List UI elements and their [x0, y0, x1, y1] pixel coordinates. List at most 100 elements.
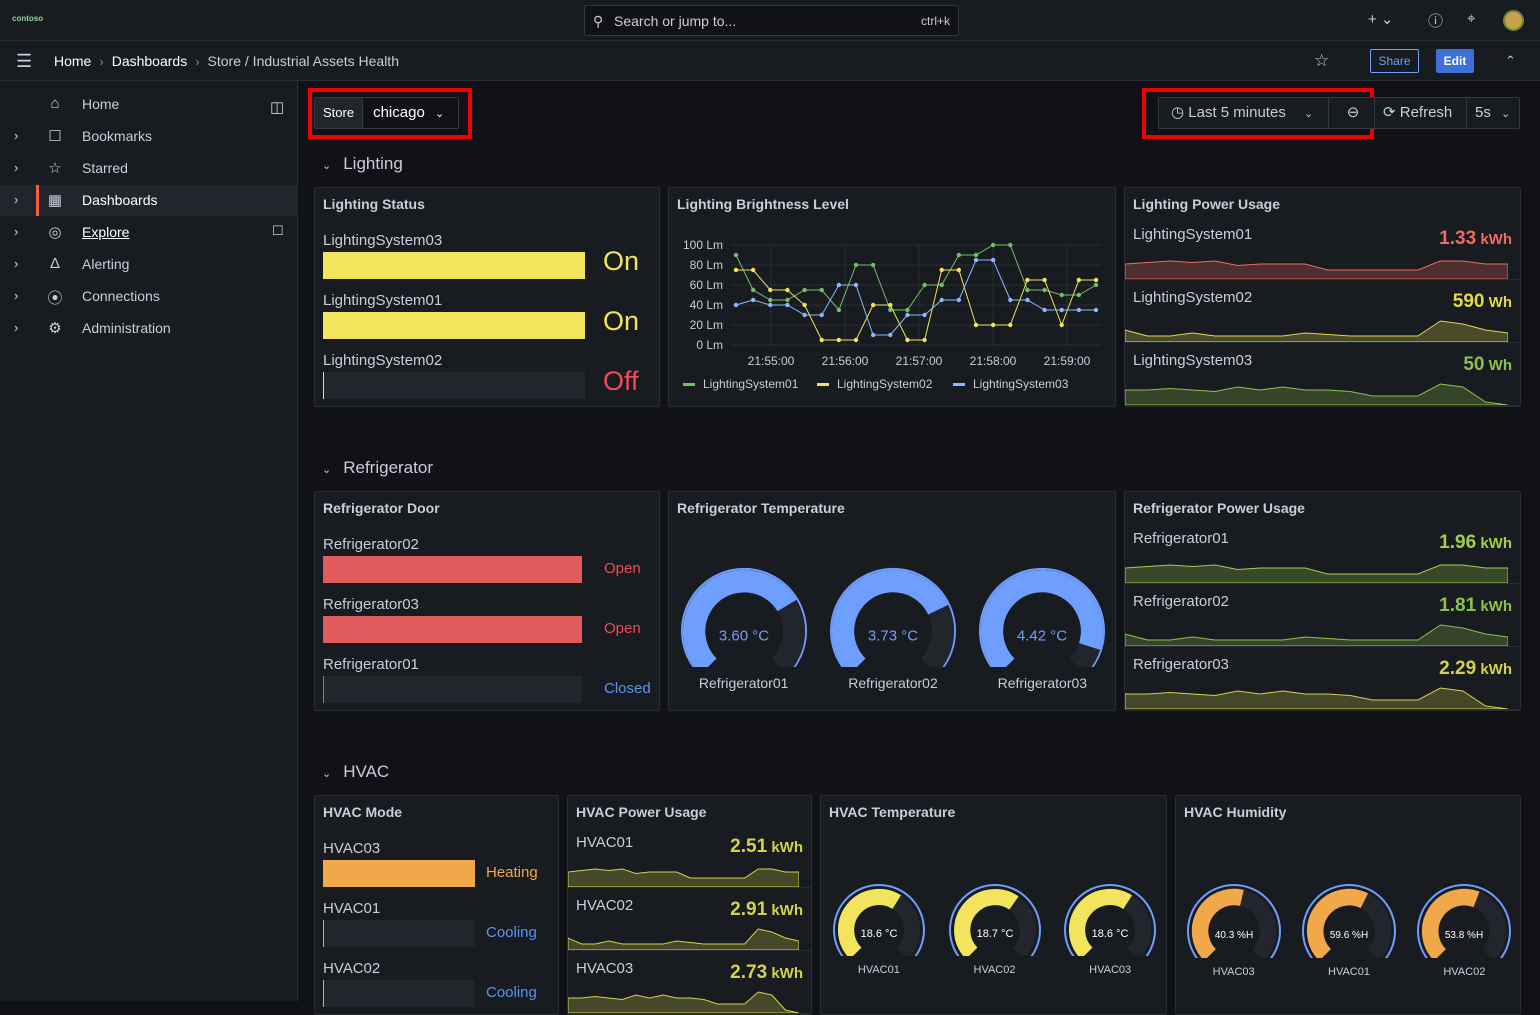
- panel-hvac-humidity[interactable]: HVAC Humidity 40.3 %H HVAC03 59.6 %H HVAC01…: [1175, 795, 1521, 1015]
- stat-unit: kWh: [1476, 535, 1512, 552]
- data-point: [939, 267, 944, 273]
- state-name: HVAC03: [323, 840, 381, 857]
- legend-swatch: [953, 383, 965, 386]
- panel-refrigerator-temperature[interactable]: Refrigerator Temperature 3.60 °C Refriger…: [668, 491, 1116, 711]
- chevron-right-icon[interactable]: ›: [14, 160, 18, 175]
- search-box[interactable]: ⚲ Search or jump to... ctrl+k: [584, 5, 959, 36]
- data-point: [785, 302, 790, 308]
- panel-lighting-status[interactable]: Lighting Status LightingSystem03 On Lighti…: [314, 187, 660, 407]
- chevron-right-icon[interactable]: ›: [14, 256, 18, 271]
- sidebar-item-bookmarks[interactable]: › ☐ Bookmarks: [0, 121, 298, 152]
- gauge-fill: [953, 889, 1019, 956]
- data-point: [973, 252, 979, 258]
- data-point: [750, 287, 756, 293]
- data-point: [922, 282, 927, 288]
- breadcrumb-dashboards[interactable]: Dashboards: [112, 53, 188, 69]
- edit-button[interactable]: Edit: [1436, 49, 1474, 73]
- legend-swatch: [683, 383, 695, 386]
- sidebar-item-starred[interactable]: › ☆ Starred: [0, 153, 298, 184]
- row-title: Lighting: [343, 154, 403, 173]
- panel-title: HVAC Humidity: [1184, 804, 1287, 820]
- sidebar-item-label: Explore: [82, 224, 130, 240]
- state-value: Open: [604, 620, 641, 637]
- row-hvac[interactable]: ⌄ HVAC: [322, 762, 389, 782]
- chevron-right-icon[interactable]: ›: [14, 320, 18, 335]
- panel-hvac-temperature[interactable]: HVAC Temperature 18.6 °C HVAC01 18.7 °C HVA…: [820, 795, 1167, 1015]
- zoom-out-icon[interactable]: ⊖: [1329, 98, 1377, 128]
- search-icon: ⚲: [593, 13, 604, 29]
- time-range-label: Last 5 minutes: [1188, 104, 1286, 121]
- data-point: [1093, 277, 1099, 283]
- chevron-up-icon[interactable]: ⌃: [1505, 53, 1516, 69]
- interval-label: 5s: [1475, 104, 1491, 121]
- state-bar: [323, 312, 585, 339]
- stat-number: 2.29: [1439, 658, 1477, 679]
- stat-value: 2.51 kWh: [730, 836, 803, 858]
- panel-lighting-power[interactable]: Lighting Power Usage LightingSystem01 1.3…: [1124, 187, 1521, 407]
- avatar[interactable]: [1503, 10, 1524, 31]
- panel-lighting-brightness[interactable]: Lighting Brightness Level 100 Lm 80 Lm 60 …: [668, 187, 1116, 407]
- bookmark-icon[interactable]: ☐: [272, 223, 284, 239]
- stat-name: Refrigerator02: [1133, 593, 1229, 610]
- sidebar-item-connections[interactable]: › ⦿ Connections: [0, 281, 298, 312]
- data-point: [853, 337, 859, 343]
- rss-icon[interactable]: ⌖: [1467, 10, 1475, 27]
- logo[interactable]: contoso: [12, 14, 43, 23]
- store-variable[interactable]: Store chicago ⌄: [314, 97, 460, 129]
- data-point: [853, 282, 859, 288]
- gauge-value: 53.8 %H: [1445, 930, 1483, 941]
- data-point: [1025, 277, 1030, 283]
- panel-hvac-mode[interactable]: HVAC Mode HVAC03 Heating HVAC01 Cooling HVAC…: [314, 795, 559, 1015]
- sidebar-item-explore[interactable]: › ◎ Explore ☐: [0, 217, 298, 248]
- gauge-label: HVAC01: [857, 964, 900, 976]
- chevron-down-icon: ⌄: [1501, 108, 1511, 120]
- stat-name: HVAC02: [576, 897, 634, 914]
- state-name: Refrigerator01: [323, 656, 419, 673]
- plug-icon: ⦿: [47, 290, 63, 307]
- stat-unit: kWh: [767, 902, 803, 919]
- gauge-value: 3.60 °C: [719, 627, 769, 644]
- sidebar-item-alerting[interactable]: › Δ Alerting: [0, 249, 298, 280]
- refresh-interval[interactable]: 5s ⌄: [1467, 98, 1510, 128]
- chevron-right-icon: ›: [99, 53, 104, 69]
- time-range[interactable]: ◷ Last 5 minutes ⌄: [1159, 98, 1329, 128]
- state-bar: [323, 920, 475, 947]
- gauge-fill: [1422, 888, 1480, 958]
- data-point: [939, 297, 944, 303]
- state-value: On: [603, 246, 640, 276]
- sidebar-item-administration[interactable]: › ⚙ Administration: [0, 313, 298, 344]
- add-icon[interactable]: + ⌄: [1368, 10, 1394, 28]
- store-select[interactable]: chicago ⌄: [363, 98, 459, 128]
- chevron-right-icon[interactable]: ›: [14, 128, 18, 143]
- share-button[interactable]: Share: [1370, 49, 1419, 73]
- data-point: [1008, 297, 1013, 303]
- sidebar-item-home[interactable]: ⌂ Home: [0, 89, 298, 120]
- chevron-right-icon[interactable]: ›: [14, 224, 18, 239]
- refresh-picker[interactable]: ⟳ Refresh 5s ⌄: [1374, 97, 1520, 129]
- data-point: [939, 282, 944, 288]
- row-lighting[interactable]: ⌄ Lighting: [322, 154, 403, 174]
- gauge-fill: [1306, 888, 1369, 958]
- chevron-right-icon[interactable]: ›: [14, 192, 18, 207]
- star-icon: ☆: [48, 160, 62, 177]
- panel-refrigerator-door[interactable]: Refrigerator Door Refrigerator02 Open Refr…: [314, 491, 660, 711]
- data-point: [990, 322, 996, 328]
- stat-item: Refrigerator02 1.81 kWh: [1125, 585, 1520, 647]
- data-point: [1025, 287, 1030, 293]
- panel-hvac-power[interactable]: HVAC Power Usage HVAC01 2.51 kWh HVAC02 2.9…: [567, 795, 812, 1015]
- sparkline-area: [1125, 624, 1508, 646]
- refresh-button[interactable]: ⟳ Refresh: [1375, 98, 1467, 128]
- sidebar-item-dashboards[interactable]: › ▦ Dashboards: [0, 185, 298, 216]
- chevron-right-icon[interactable]: ›: [14, 288, 18, 303]
- data-point: [836, 307, 842, 313]
- data-point: [990, 242, 996, 248]
- panel-refrigerator-power[interactable]: Refrigerator Power Usage Refrigerator01 1…: [1124, 491, 1521, 711]
- star-icon[interactable]: ☆: [1314, 51, 1329, 71]
- gauge-value: 18.6 °C: [1092, 928, 1129, 940]
- row-refrigerator[interactable]: ⌄ Refrigerator: [322, 458, 433, 478]
- help-icon[interactable]: ⓘ: [1428, 10, 1443, 31]
- time-picker[interactable]: ◷ Last 5 minutes ⌄ ⊖: [1158, 97, 1378, 129]
- hamburger-menu-icon[interactable]: ☰: [16, 51, 32, 72]
- breadcrumb-home[interactable]: Home: [54, 53, 91, 69]
- x-tick-label: 21:59:00: [1044, 354, 1091, 368]
